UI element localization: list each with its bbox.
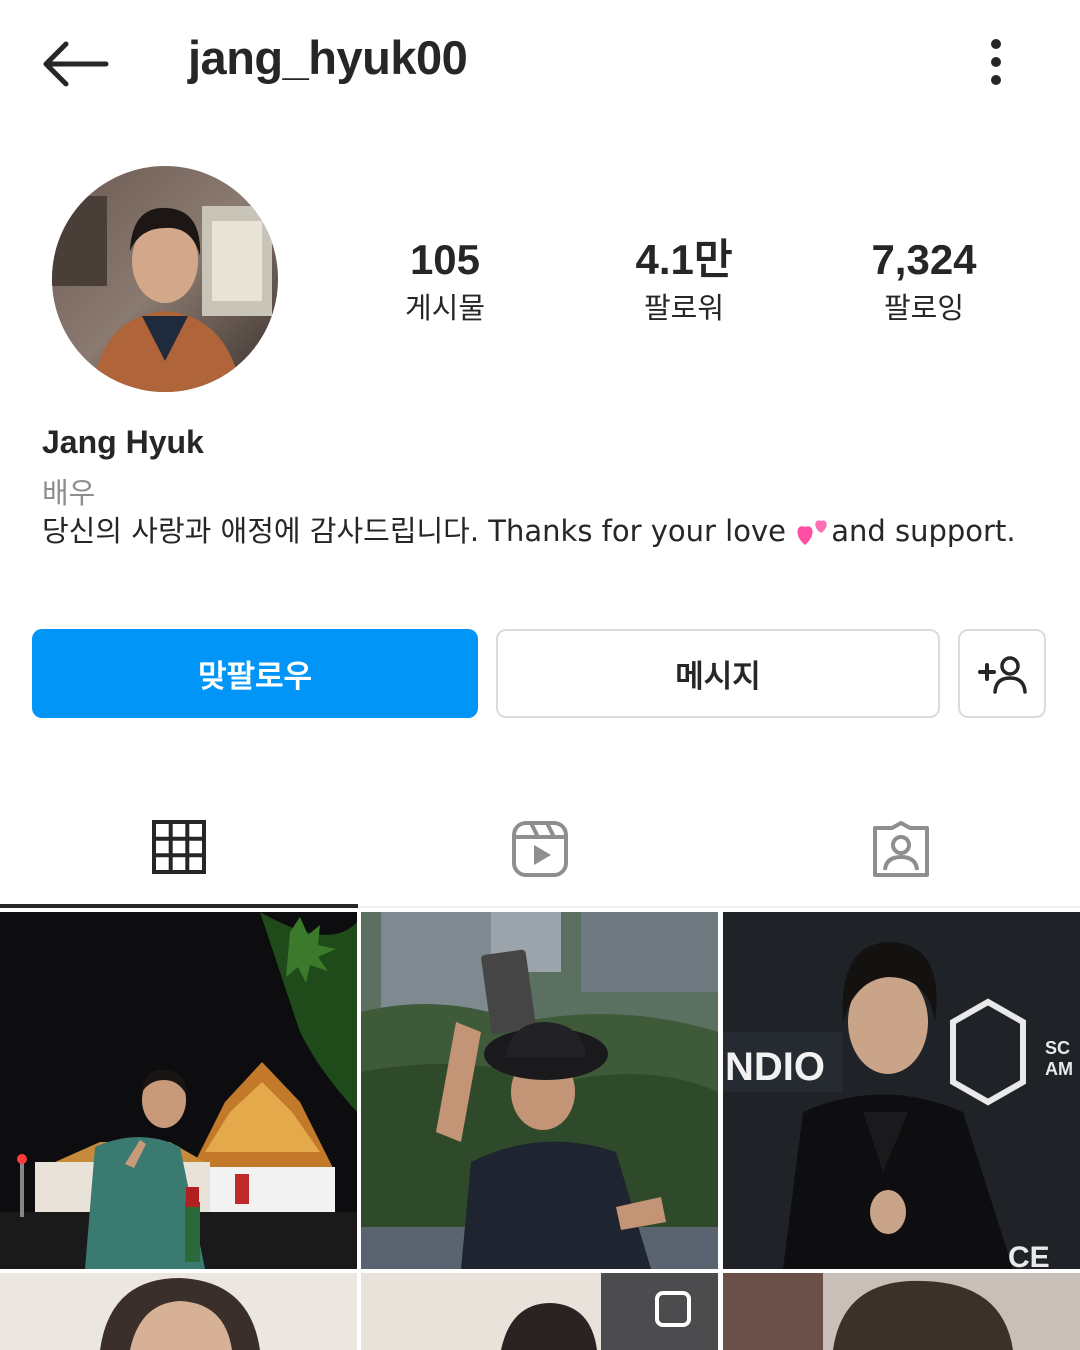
profile-category: 배우: [42, 476, 96, 510]
reels-icon: [512, 821, 568, 877]
tab-reels[interactable]: [361, 790, 719, 908]
two-hearts-icon: [795, 514, 831, 545]
follow-back-button[interactable]: 맞팔로우: [32, 629, 478, 718]
posts-count[interactable]: 105 게시물: [335, 236, 555, 326]
followers-count-value: 4.1만: [635, 236, 733, 283]
bio-text-start: 당신의 사랑과 애정에 감사드립니다. Thanks for your love: [42, 514, 796, 548]
bio-text-end: and support.: [831, 514, 1016, 548]
posts-grid: NDIO SC AM CE: [0, 912, 1080, 1350]
more-options-button[interactable]: [976, 38, 1016, 88]
svg-text:NDIO: NDIO: [725, 1045, 825, 1089]
arrow-left-icon: [43, 41, 109, 87]
profile-full-name: Jang Hyuk: [42, 424, 204, 460]
post-thumbnail[interactable]: [723, 1273, 1080, 1350]
back-button[interactable]: [36, 36, 110, 92]
following-count-value: 7,324: [871, 236, 977, 283]
followers-count-label: 팔로워: [643, 291, 725, 325]
more-vertical-icon: [991, 39, 1001, 85]
svg-text:CE: CE: [1008, 1241, 1050, 1269]
post-thumbnail[interactable]: [0, 1273, 357, 1350]
followers-count[interactable]: 4.1만 팔로워: [574, 236, 794, 326]
tab-posts-grid[interactable]: [0, 790, 358, 908]
following-count[interactable]: 7,324 팔로잉: [814, 236, 1034, 326]
suggested-accounts-button[interactable]: [958, 629, 1046, 718]
following-count-label: 팔로잉: [883, 291, 965, 325]
post-thumbnail[interactable]: [0, 912, 357, 1269]
posts-count-label: 게시물: [404, 291, 486, 325]
post-thumbnail[interactable]: [361, 912, 718, 1269]
post-thumbnail[interactable]: [361, 1273, 718, 1350]
tab-tagged[interactable]: [722, 790, 1080, 908]
profile-bio: 당신의 사랑과 애정에 감사드립니다. Thanks for your love…: [42, 508, 1042, 555]
post-thumbnail[interactable]: NDIO SC AM CE: [723, 912, 1080, 1269]
grid-icon: [152, 820, 206, 874]
profile-username: jang_hyuk00: [188, 31, 468, 84]
svg-text:SC: SC: [1045, 1038, 1070, 1058]
profile-tabs: [0, 790, 1080, 908]
tagged-icon: [873, 821, 929, 877]
message-button[interactable]: 메시지: [496, 629, 940, 718]
top-bar: jang_hyuk00: [0, 0, 1080, 125]
profile-avatar[interactable]: [52, 166, 278, 392]
add-person-icon: [978, 655, 1027, 694]
svg-text:AM: AM: [1045, 1059, 1073, 1079]
posts-count-value: 105: [409, 236, 481, 283]
